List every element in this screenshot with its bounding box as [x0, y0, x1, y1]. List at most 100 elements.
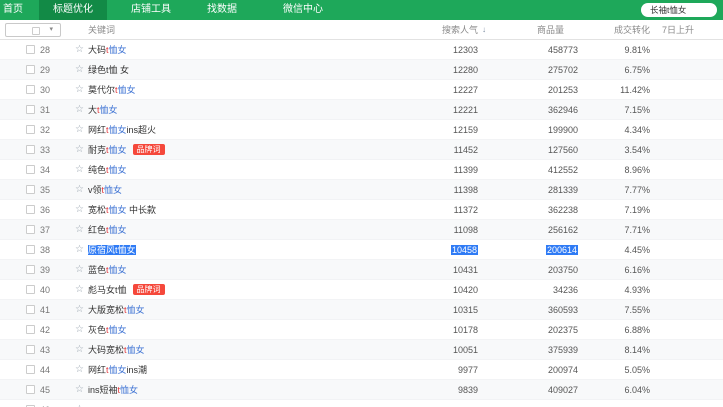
keyword-segment: 大: [88, 105, 98, 115]
keyword-link[interactable]: 网红t恤女ins潮: [88, 360, 147, 380]
row-checkbox[interactable]: [26, 165, 35, 174]
favorite-star-icon[interactable]: ☆: [75, 320, 84, 340]
favorite-star-icon[interactable]: ☆: [75, 60, 84, 80]
table-row: 36 ☆ 宽松t恤女 中长款 11372 362238 7.19%: [0, 200, 723, 220]
row-checkbox[interactable]: [26, 225, 35, 234]
keyword-link[interactable]: 原宿风t恤女: [88, 240, 136, 260]
keyword-link[interactable]: 绿色t恤 女: [88, 60, 129, 80]
col-header-keyword: 关键词: [88, 25, 116, 35]
keyword-segment: 恤女: [108, 145, 127, 155]
keyword-segment: 彪马女t恤: [88, 285, 127, 295]
row-checkbox[interactable]: [26, 65, 35, 74]
keyword-link[interactable]: 网红t恤女ins超火: [88, 120, 156, 140]
keyword-link[interactable]: v领t恤女: [88, 180, 122, 200]
keyword-link[interactable]: 莫代尔t恤女: [88, 80, 136, 100]
keyword-segment: 恤女: [108, 205, 127, 215]
favorite-star-icon[interactable]: ☆: [75, 120, 84, 140]
keyword-segment: 大版宽松: [88, 305, 125, 315]
row-checkbox[interactable]: [26, 325, 35, 334]
favorite-star-icon[interactable]: ☆: [75, 180, 84, 200]
table-row: 28 ☆ 大码t恤女 12303 458773 9.81%: [0, 40, 723, 60]
row-checkbox[interactable]: [26, 365, 35, 374]
keyword-search-input[interactable]: 长袖t恤女: [641, 3, 717, 17]
row-checkbox[interactable]: [26, 305, 35, 314]
table-row: 39 ☆ 蓝色t恤女 10431 203750 6.16%: [0, 260, 723, 280]
keyword-link[interactable]: 红色t恤女: [88, 220, 127, 240]
nav-item-title-optimization[interactable]: 标题优化: [39, 0, 107, 20]
favorite-star-icon[interactable]: ☆: [75, 240, 84, 260]
keyword-link[interactable]: 纯色t恤女: [88, 160, 127, 180]
favorite-star-icon[interactable]: ☆: [75, 260, 84, 280]
favorite-star-icon[interactable]: ☆: [75, 400, 84, 407]
row-index: 39: [40, 265, 51, 275]
nav-item-wechat-center[interactable]: 微信中心: [273, 0, 333, 20]
row-checkbox[interactable]: [26, 265, 35, 274]
row-checkbox[interactable]: [26, 245, 35, 254]
favorite-star-icon[interactable]: ☆: [75, 140, 84, 160]
select-all-dropdown[interactable]: ▾: [5, 23, 61, 37]
conversion-rate-cell: 8.96%: [624, 165, 650, 175]
product-count-cell: 34236: [552, 285, 578, 295]
row-checkbox[interactable]: [26, 345, 35, 354]
search-popularity-cell: 10420: [452, 285, 478, 295]
row-checkbox[interactable]: [26, 85, 35, 94]
table-row: 31 ☆ 大t恤女 12221 362946 7.15%: [0, 100, 723, 120]
top-nav: 首页 标题优化 店铺工具 找数据 微信中心 长袖t恤女: [0, 0, 723, 20]
col-header-7day-rise[interactable]: 7日上升: [662, 20, 694, 40]
keyword-segment: 宽松: [88, 205, 107, 215]
row-checkbox[interactable]: [26, 185, 35, 194]
conversion-rate-cell: 6.75%: [624, 65, 650, 75]
keyword-link[interactable]: 宽松t恤女 中长款: [88, 200, 156, 220]
row-checkbox[interactable]: [26, 285, 35, 294]
favorite-star-icon[interactable]: ☆: [75, 220, 84, 240]
keyword-link[interactable]: ins短袖t恤女: [88, 380, 138, 400]
row-checkbox[interactable]: [26, 145, 35, 154]
favorite-star-icon[interactable]: ☆: [75, 80, 84, 100]
favorite-star-icon[interactable]: ☆: [75, 360, 84, 380]
keyword-link[interactable]: 大码t恤女: [88, 40, 127, 60]
col-header-search-popularity[interactable]: 搜索人气: [392, 20, 478, 40]
row-checkbox[interactable]: [26, 45, 35, 54]
keyword-link[interactable]: 彪马女t恤 品牌词: [88, 280, 165, 300]
favorite-star-icon[interactable]: ☆: [75, 100, 84, 120]
conversion-rate-cell: 11.42%: [620, 85, 650, 95]
nav-item-shop-tools[interactable]: 店铺工具: [121, 0, 181, 20]
col-header-product-count[interactable]: 商品量: [490, 20, 564, 40]
keyword-link[interactable]: 灰色t恤女: [88, 320, 127, 340]
keyword-segment: 红色: [88, 225, 107, 235]
favorite-star-icon[interactable]: ☆: [75, 160, 84, 180]
col-header-conversion[interactable]: 成交转化: [580, 20, 650, 40]
favorite-star-icon[interactable]: ☆: [75, 380, 84, 400]
select-all-checkbox[interactable]: [32, 26, 40, 35]
favorite-star-icon[interactable]: ☆: [75, 40, 84, 60]
keyword-link[interactable]: 蓝色t恤女: [88, 260, 127, 280]
favorite-star-icon[interactable]: ☆: [75, 340, 84, 360]
search-popularity-cell: 10178: [452, 325, 478, 335]
table-row: 34 ☆ 纯色t恤女 11399 412552 8.96%: [0, 160, 723, 180]
nav-item-home[interactable]: 首页: [0, 0, 33, 20]
search-input-value: 长袖t恤女: [650, 5, 687, 15]
row-checkbox[interactable]: [26, 125, 35, 134]
keyword-link[interactable]: 大t恤女: [88, 100, 118, 120]
search-popularity-cell: 9977: [457, 365, 478, 375]
product-count-cell: 458773: [547, 45, 578, 55]
row-checkbox[interactable]: [26, 105, 35, 114]
table-row: 37 ☆ 红色t恤女 11098 256162 7.71%: [0, 220, 723, 240]
keyword-segment: 灰色: [88, 325, 107, 335]
row-index: 43: [40, 345, 51, 355]
conversion-rate-cell: 6.88%: [624, 325, 650, 335]
favorite-star-icon[interactable]: ☆: [75, 280, 84, 300]
table-row: 42 ☆ 灰色t恤女 10178 202375 6.88%: [0, 320, 723, 340]
keyword-link[interactable]: 大版宽松t恤女: [88, 300, 145, 320]
row-checkbox[interactable]: [26, 205, 35, 214]
keyword-link[interactable]: 大码宽松t恤女: [88, 340, 145, 360]
favorite-star-icon[interactable]: ☆: [75, 300, 84, 320]
keyword-segment: 恤女: [108, 325, 127, 335]
sort-descending-icon[interactable]: ↓: [482, 20, 486, 40]
keyword-segment: 恤女: [108, 165, 127, 175]
favorite-star-icon[interactable]: ☆: [75, 200, 84, 220]
nav-item-find-data[interactable]: 找数据: [197, 0, 247, 20]
row-checkbox[interactable]: [26, 385, 35, 394]
keyword-link[interactable]: 耐克t恤女 品牌词: [88, 140, 165, 160]
row-index: 28: [40, 45, 51, 55]
